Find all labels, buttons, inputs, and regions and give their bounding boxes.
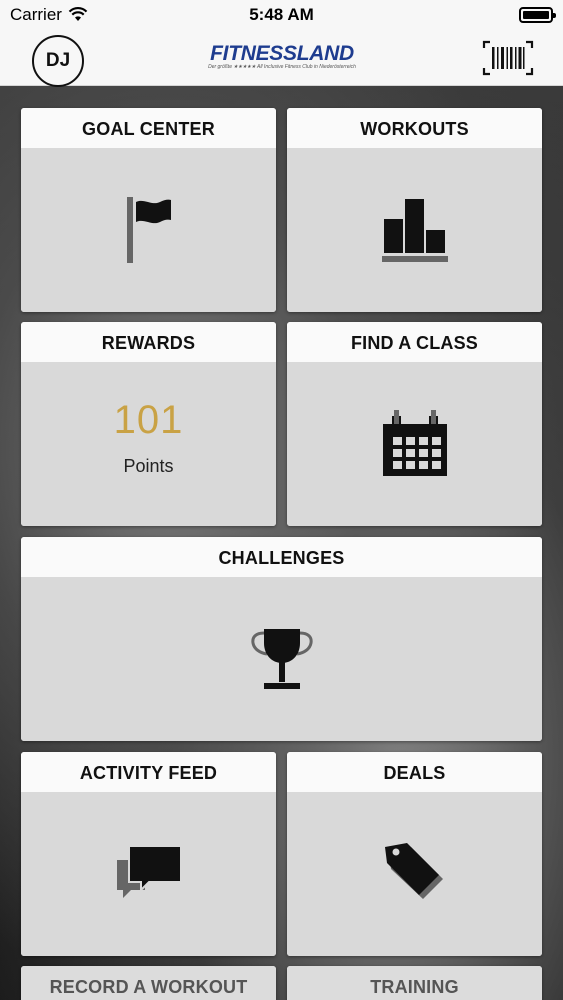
find-a-class-title: FIND A CLASS xyxy=(287,322,542,362)
challenges-tile[interactable]: CHALLENGES xyxy=(21,537,542,741)
points-label: Points xyxy=(123,456,174,476)
challenges-title: CHALLENGES xyxy=(21,537,542,577)
training-tile[interactable]: TRAINING xyxy=(287,966,542,1000)
status-bar: Carrier 5:48 AM xyxy=(0,0,563,30)
tag-icon xyxy=(384,843,443,899)
activity-feed-title: ACTIVITY FEED xyxy=(21,752,276,792)
goal-center-tile[interactable]: GOAL CENTER xyxy=(21,108,276,312)
logo-tagline: Der größte ★★★★★ All Inclusive Fitness C… xyxy=(208,64,356,70)
activity-feed-tile[interactable]: ACTIVITY FEED xyxy=(21,752,276,956)
training-title: TRAINING xyxy=(287,966,542,1000)
deals-tile[interactable]: DEALS xyxy=(287,752,542,956)
workouts-tile[interactable]: WORKOUTS xyxy=(287,108,542,312)
goal-center-title: GOAL CENTER xyxy=(21,108,276,148)
app-header: DJ FITNESSLAND Der größte ★★★★★ All Incl… xyxy=(0,30,563,87)
flag-icon xyxy=(126,197,171,263)
record-a-workout-title: RECORD A WORKOUT xyxy=(21,966,276,1000)
bar-chart-icon xyxy=(381,199,448,262)
clock: 5:48 AM xyxy=(249,5,314,24)
profile-avatar-button[interactable]: DJ xyxy=(32,35,84,87)
calendar-icon xyxy=(382,410,447,476)
rewards-title: REWARDS xyxy=(21,322,276,362)
logo-wordmark: FITNESSLAND xyxy=(210,42,354,65)
fitnessland-logo: FITNESSLAND Der größte ★★★★★ All Inclusi… xyxy=(206,42,358,71)
trophy-icon xyxy=(250,629,313,689)
chat-bubbles-icon xyxy=(116,845,182,898)
points-value: 101 xyxy=(113,398,184,442)
battery-icon xyxy=(519,7,556,23)
barcode-icon[interactable] xyxy=(482,40,534,76)
find-a-class-tile[interactable]: FIND A CLASS xyxy=(287,322,542,526)
record-a-workout-tile[interactable]: RECORD A WORKOUT xyxy=(21,966,276,1000)
workouts-title: WORKOUTS xyxy=(287,108,542,148)
deals-title: DEALS xyxy=(287,752,542,792)
rewards-tile[interactable]: REWARDS 101 Points xyxy=(21,322,276,526)
